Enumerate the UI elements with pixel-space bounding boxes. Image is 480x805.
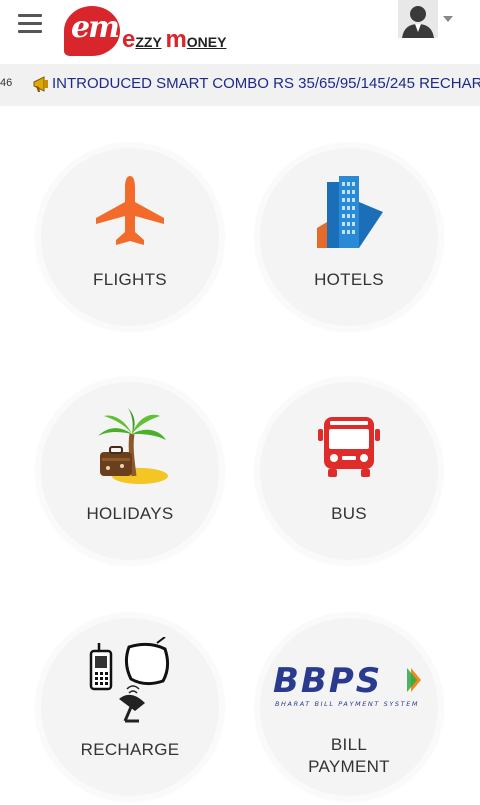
palm-tree-icon (41, 406, 219, 486)
service-recharge[interactable]: RECHARGE (41, 618, 219, 796)
service-hotels[interactable]: HOTELS (260, 148, 438, 326)
service-holidays[interactable]: HOLIDAYS (41, 382, 219, 560)
ticker-prefix: 46 (0, 77, 13, 89)
news-ticker: 46 INTRODUCED SMART COMBO RS 35/65/95/14… (0, 64, 480, 106)
menu-icon[interactable] (18, 14, 42, 34)
service-label: BUS (331, 504, 367, 523)
service-label-line1: BILL (330, 735, 368, 754)
airplane-icon (41, 172, 219, 252)
chevron-down-icon[interactable] (443, 16, 453, 22)
bbps-logo-text: BBPS (273, 661, 382, 701)
mobile-tv-dish-icon (41, 637, 219, 723)
service-label: HOTELS (314, 270, 384, 289)
logo-wordmark: eZZY mONEY (122, 26, 227, 53)
service-label: HOLIDAYS (86, 504, 174, 523)
service-label: FLIGHTS (93, 270, 167, 289)
app-header: em eZZY mONEY (0, 0, 480, 62)
service-label-line2: PAYMENT (308, 757, 390, 776)
service-bill-payment[interactable]: BBPS BHARAT BILL PAYMENT SYSTEM BILL PAY… (260, 618, 438, 796)
ezzy-money-logo[interactable]: em eZZY mONEY (64, 4, 244, 58)
bus-icon (260, 406, 438, 486)
building-icon (260, 172, 438, 252)
logo-em-text: em (71, 10, 120, 45)
service-bus[interactable]: BUS (260, 382, 438, 560)
services-grid: FLIGHTS HOTELS HOLIDAYS BUS RECHARGE BBP… (0, 112, 480, 805)
service-flights[interactable]: FLIGHTS (41, 148, 219, 326)
service-label: BILL PAYMENT (260, 734, 438, 778)
service-label: RECHARGE (80, 740, 180, 759)
user-avatar[interactable] (398, 0, 438, 38)
bbps-tagline: BHARAT BILL PAYMENT SYSTEM (275, 700, 419, 708)
megaphone-icon (32, 74, 52, 94)
bbps-logo: BBPS BHARAT BILL PAYMENT SYSTEM (260, 658, 438, 714)
ticker-message: INTRODUCED SMART COMBO RS 35/65/95/145/2… (52, 75, 480, 92)
